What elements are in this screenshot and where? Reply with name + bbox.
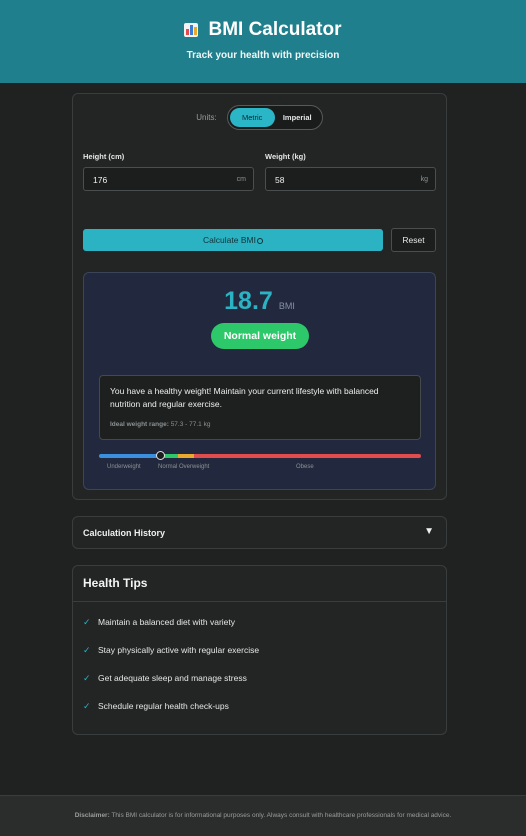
- bmi-row: 18.7 BMI: [84, 287, 435, 316]
- weight-input[interactable]: 58 kg: [265, 167, 436, 191]
- advice-box: You have a healthy weight! Maintain your…: [99, 375, 421, 440]
- app-header: BMI Calculator Track your health with pr…: [0, 0, 526, 83]
- history-title: Calculation History: [83, 528, 166, 538]
- height-unit: cm: [236, 176, 246, 183]
- height-label: Height (cm): [83, 152, 125, 161]
- bmi-value: 18.7: [224, 287, 273, 315]
- calculate-button-label: Calculate BMI: [203, 235, 256, 245]
- list-item: ✓ Stay physically active with regular exe…: [83, 645, 259, 673]
- header-title-row: BMI Calculator: [0, 19, 526, 41]
- check-icon: ✓: [83, 645, 91, 655]
- height-input[interactable]: 176 cm: [83, 167, 254, 191]
- spinner-icon: [256, 238, 263, 244]
- health-tips-card: Health Tips ✓ Maintain a balanced diet wi…: [72, 565, 447, 735]
- tips-divider: [73, 601, 446, 602]
- calculator-card: Units: Metric Imperial Height (cm) 176 c…: [72, 93, 447, 500]
- bar-chart-icon: [184, 23, 199, 37]
- check-icon: ✓: [83, 617, 91, 627]
- ideal-weight-label: Ideal weight range:: [110, 421, 169, 428]
- scale-label-overweight: Overweight: [179, 464, 210, 470]
- units-toggle: Metric Imperial: [226, 105, 323, 130]
- history-card[interactable]: Calculation History ▼: [72, 516, 447, 549]
- unit-metric-option[interactable]: Metric: [229, 108, 275, 127]
- scale-segment-underweight: [99, 454, 157, 458]
- list-item: ✓ Maintain a balanced diet with variety: [83, 617, 259, 645]
- weight-label: Weight (kg): [265, 152, 306, 161]
- tip-text: Schedule regular health check-ups: [98, 701, 229, 711]
- units-label: Units:: [196, 113, 217, 122]
- disclaimer: Disclaimer: This BMI calculator is for i…: [0, 812, 526, 819]
- list-item: ✓ Get adequate sleep and manage stress: [83, 673, 259, 701]
- app-subtitle: Track your health with precision: [186, 50, 340, 61]
- weight-value: 58: [275, 175, 285, 185]
- category-badge: Normal weight: [211, 323, 309, 349]
- footer: Disclaimer: This BMI calculator is for i…: [0, 795, 526, 836]
- tip-text: Get adequate sleep and manage stress: [98, 673, 247, 683]
- tip-text: Stay physically active with regular exer…: [98, 645, 260, 655]
- check-icon: ✓: [83, 673, 91, 683]
- result-panel: 18.7 BMI Normal weight You have a health…: [83, 272, 436, 490]
- units-row: Units: Metric Imperial: [73, 105, 446, 130]
- tips-title: Health Tips: [83, 576, 148, 590]
- list-item: ✓ Schedule regular health check-ups: [83, 701, 259, 729]
- chevron-down-icon[interactable]: ▼: [424, 526, 434, 537]
- bmi-unit: BMI: [278, 301, 295, 311]
- app-title: BMI Calculator: [208, 19, 342, 40]
- reset-button[interactable]: Reset: [391, 228, 436, 252]
- disclaimer-label: Disclaimer:: [74, 812, 110, 819]
- calculate-button[interactable]: Calculate BMI: [83, 229, 383, 251]
- unit-imperial-option[interactable]: Imperial: [275, 108, 320, 127]
- weight-unit: kg: [420, 176, 428, 183]
- check-icon: ✓: [83, 701, 91, 711]
- tip-text: Maintain a balanced diet with variety: [98, 617, 236, 627]
- scale-label-normal: Normal: [158, 464, 178, 470]
- height-value: 176: [93, 175, 108, 185]
- scale-segment-obese: [194, 454, 421, 458]
- ideal-weight-value: 57.3 - 77.1 kg: [170, 421, 211, 428]
- ideal-weight-row: Ideal weight range: 57.3 - 77.1 kg: [110, 421, 210, 428]
- tips-list: ✓ Maintain a balanced diet with variety ✓…: [83, 617, 259, 729]
- bmi-scale-bar: [99, 454, 421, 458]
- bmi-indicator: [155, 451, 165, 460]
- scale-segment-overweight: [178, 454, 194, 458]
- advice-text: You have a healthy weight! Maintain your…: [110, 386, 379, 409]
- scale-label-underweight: Underweight: [107, 464, 141, 470]
- disclaimer-text: This BMI calculator is for informational…: [111, 812, 452, 819]
- scale-label-obese: Obese: [296, 464, 314, 470]
